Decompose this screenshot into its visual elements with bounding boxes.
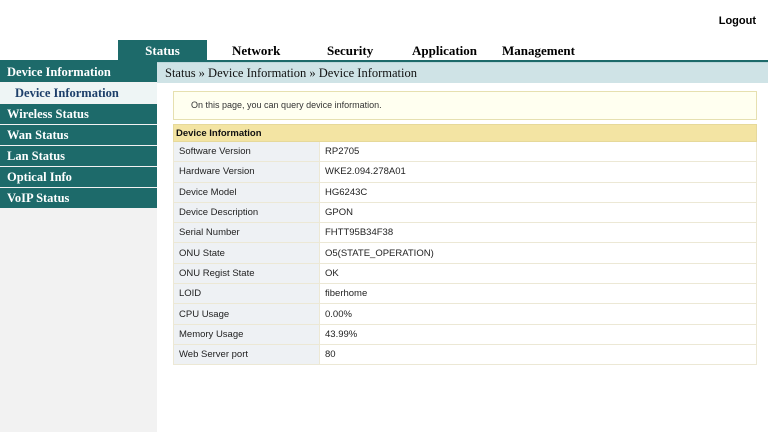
row-value: OK xyxy=(319,262,757,285)
table-row: Memory Usage 43.99% xyxy=(173,323,757,345)
top-navigation: Status Network Security Application Mana… xyxy=(0,40,768,62)
row-value: fiberhome xyxy=(319,283,757,305)
row-label: Memory Usage xyxy=(173,323,320,345)
tab-status[interactable]: Status xyxy=(118,40,207,60)
row-label: CPU Usage xyxy=(173,303,320,325)
table-row: CPU Usage 0.00% xyxy=(173,303,757,325)
row-value: WKE2.094.278A01 xyxy=(319,161,757,183)
row-label: Serial Number xyxy=(173,222,320,244)
logout-link[interactable]: Logout xyxy=(719,15,756,27)
table-row: Serial Number FHTT95B34F38 xyxy=(173,222,757,244)
row-value: GPON xyxy=(319,201,757,224)
row-value: 0.00% xyxy=(319,303,757,325)
tab-security[interactable]: Security xyxy=(327,40,373,60)
sidebar-item-wireless-status[interactable]: Wireless Status xyxy=(0,104,157,124)
table-title: Device Information xyxy=(173,124,757,142)
row-label: Web Server port xyxy=(173,343,320,366)
breadcrumb: Status » Device Information » Device Inf… xyxy=(157,62,768,83)
table-row: ONU State O5(STATE_OPERATION) xyxy=(173,242,757,264)
sidebar-item-wan-status[interactable]: Wan Status xyxy=(0,125,157,145)
table-row: Device Model HG6243C xyxy=(173,181,757,203)
table-row: Web Server port 80 xyxy=(173,343,757,366)
row-value: O5(STATE_OPERATION) xyxy=(319,242,757,264)
sidebar-item-voip-status[interactable]: VoIP Status xyxy=(0,188,157,208)
tab-network[interactable]: Network xyxy=(232,40,280,60)
sidebar: Device Information Device Information Wi… xyxy=(0,62,157,432)
row-label: ONU Regist State xyxy=(173,262,320,285)
row-value: 43.99% xyxy=(319,323,757,345)
row-label: Device Model xyxy=(173,181,320,203)
row-value: HG6243C xyxy=(319,181,757,203)
tab-application[interactable]: Application xyxy=(412,40,477,60)
sidebar-item-device-information[interactable]: Device Information xyxy=(0,62,157,82)
table-row: Device Description GPON xyxy=(173,201,757,224)
table-row: LOID fiberhome xyxy=(173,283,757,305)
row-label: ONU State xyxy=(173,242,320,264)
device-info-table: Device Information Software Version RP27… xyxy=(173,124,757,366)
row-label: Hardware Version xyxy=(173,161,320,183)
row-label: Software Version xyxy=(173,140,320,163)
sidebar-item-optical-info[interactable]: Optical Info xyxy=(0,167,157,187)
table-row: ONU Regist State OK xyxy=(173,262,757,285)
row-value: FHTT95B34F38 xyxy=(319,222,757,244)
table-row: Hardware Version WKE2.094.278A01 xyxy=(173,161,757,183)
row-value: RP2705 xyxy=(319,140,757,163)
table-row: Software Version RP2705 xyxy=(173,140,757,163)
info-notice: On this page, you can query device infor… xyxy=(173,91,757,120)
sidebar-subitem-device-information[interactable]: Device Information xyxy=(0,83,157,103)
tab-management[interactable]: Management xyxy=(502,40,575,60)
row-label: LOID xyxy=(173,283,320,305)
row-value: 80 xyxy=(319,343,757,366)
sidebar-item-lan-status[interactable]: Lan Status xyxy=(0,146,157,166)
row-label: Device Description xyxy=(173,201,320,224)
